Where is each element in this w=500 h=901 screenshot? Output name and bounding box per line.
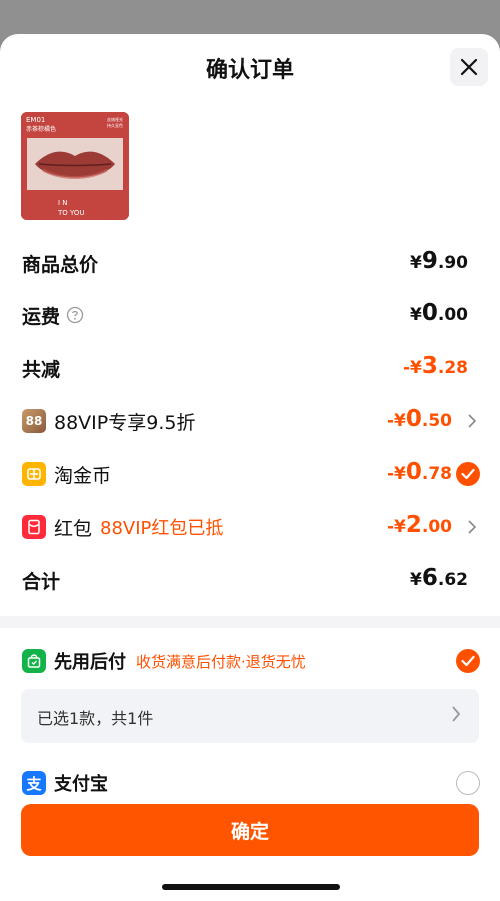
product-thumbnail[interactable]: EM01 赤茶棕橘色 丝绒哑光 持久显色 I N TO YOU (21, 112, 129, 220)
product-brand-1: I N (58, 199, 68, 207)
subtotal-amount: ¥ 9 .90 (410, 248, 468, 278)
red-packet-icon (22, 515, 46, 539)
amount-decimal: .28 (437, 358, 468, 378)
product-brand-2: TO YOU (57, 209, 85, 217)
shipping-row: 运费 ¥ 0 .00 (22, 300, 480, 330)
currency-symbol: -¥ (402, 358, 422, 378)
close-button[interactable] (450, 48, 488, 86)
amount-decimal: .62 (437, 570, 468, 590)
amount-integer: 3 (421, 353, 438, 379)
discount-total-amount: -¥ 3 .28 (403, 353, 468, 383)
order-confirm-sheet: 确认订单 EM01 赤茶棕橘色 丝绒哑光 持久显色 I N TO YOU 商品总… (0, 34, 500, 901)
paylater-option[interactable]: 先用后付 收货满意后付款·退货无忧 (22, 646, 480, 676)
redpacket-amount: -¥ 2 .00 (387, 512, 452, 542)
vip-discount-amount: -¥ 0 .50 (387, 406, 452, 436)
amount-decimal: .00 (421, 517, 452, 537)
currency-symbol: -¥ (386, 411, 406, 431)
sheet-header: 确认订单 (0, 34, 500, 100)
paylater-label: 先用后付 (54, 652, 126, 673)
product-code: EM01 (26, 116, 45, 124)
redpacket-label: 红包 (54, 517, 93, 540)
product-tag-1: 丝绒哑光 (107, 116, 123, 122)
currency-symbol: ¥ (410, 570, 422, 590)
alipay-radio[interactable] (456, 771, 480, 795)
redpacket-note: 88VIP红包已抵 (100, 518, 224, 539)
currency-symbol: -¥ (386, 517, 406, 537)
amount-integer: 6 (421, 565, 438, 591)
confirm-button[interactable]: 确定 (21, 804, 479, 856)
close-icon (460, 58, 478, 76)
amount-integer: 0 (421, 300, 438, 326)
subtotal-label: 商品总价 (22, 253, 99, 276)
page-title: 确认订单 (205, 58, 294, 83)
coins-checkbox[interactable] (456, 462, 480, 486)
paylater-radio-selected[interactable] (456, 649, 480, 673)
chevron-right-icon (464, 411, 480, 431)
amount-decimal: .90 (437, 253, 468, 273)
total-label: 合计 (22, 570, 61, 593)
vip-discount-label: 88VIP专享9.5折 (54, 411, 196, 434)
amount-integer: 0 (405, 459, 422, 485)
alipay-icon: 支 (22, 771, 46, 795)
alipay-label: 支付宝 (54, 774, 108, 795)
check-icon (461, 655, 475, 667)
currency-symbol: ¥ (410, 253, 422, 273)
question-circle-icon[interactable] (66, 306, 84, 324)
coins-amount: -¥ 0 .78 (387, 459, 452, 489)
total-row: 合计 ¥ 6 .62 (22, 565, 480, 595)
discount-total-label: 共减 (22, 358, 61, 381)
shopping-bag-icon (22, 649, 46, 673)
vip-badge-icon: 88 (22, 409, 46, 433)
alipay-option[interactable]: 支 支付宝 (22, 768, 480, 798)
amount-integer: 0 (405, 406, 422, 432)
currency-symbol: ¥ (410, 305, 422, 325)
section-divider (0, 616, 500, 628)
amount-integer: 9 (421, 248, 438, 274)
vip-discount-row[interactable]: 88 88VIP专享9.5折 -¥ 0 .50 (22, 406, 480, 436)
vip-badge-text: 88 (25, 414, 43, 428)
redpacket-row[interactable]: 红包 88VIP红包已抵 -¥ 2 .00 (22, 512, 480, 542)
coins-row[interactable]: 淘金币 -¥ 0 .78 (22, 459, 480, 489)
paylater-selection[interactable]: 已选1款，共1件 (21, 689, 479, 743)
home-indicator (162, 884, 340, 890)
product-tag-2: 持久显色 (107, 122, 123, 128)
coins-label: 淘金币 (54, 464, 112, 487)
selection-summary: 已选1款，共1件 (37, 709, 154, 728)
amount-decimal: .50 (421, 411, 452, 431)
amount-decimal: .00 (437, 305, 468, 325)
discount-total-row: 共减 -¥ 3 .28 (22, 353, 480, 383)
currency-symbol: -¥ (386, 464, 406, 484)
product-shade: 赤茶棕橘色 (26, 125, 56, 133)
check-icon (461, 468, 475, 480)
shipping-amount: ¥ 0 .00 (410, 300, 468, 330)
amount-integer: 2 (405, 512, 422, 538)
paylater-note: 收货满意后付款·退货无忧 (136, 652, 306, 671)
shipping-label: 运费 (22, 305, 61, 328)
chevron-right-icon (451, 706, 461, 726)
chevron-right-icon (464, 517, 480, 537)
amount-decimal: .78 (421, 464, 452, 484)
coin-icon (22, 462, 46, 486)
subtotal-row: 商品总价 ¥ 9 .90 (22, 248, 480, 278)
total-amount: ¥ 6 .62 (410, 565, 468, 595)
